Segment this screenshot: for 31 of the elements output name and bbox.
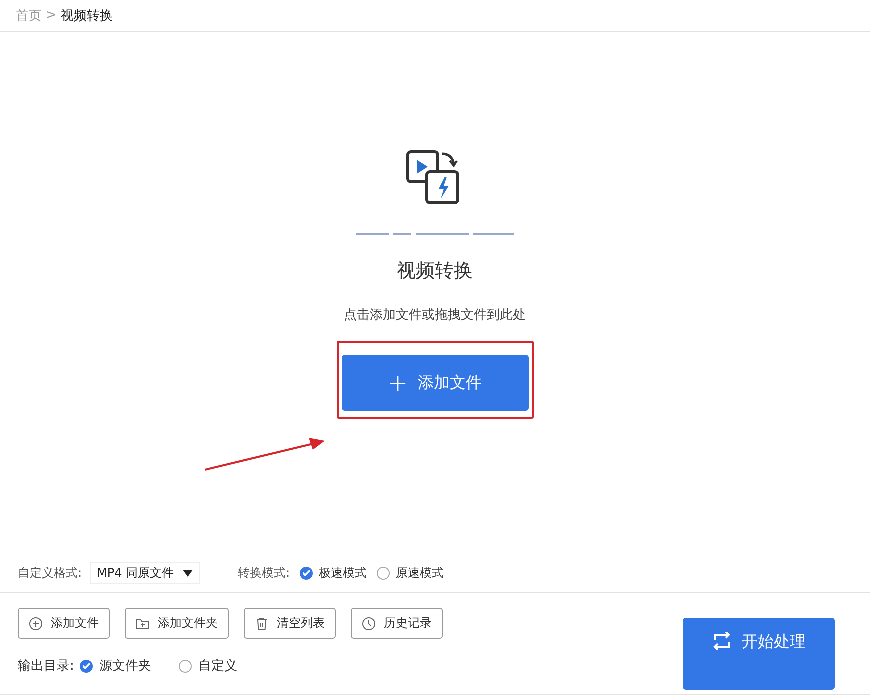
dropzone-title: 视频转换 (397, 259, 473, 284)
output-label: 输出目录: (18, 658, 74, 675)
toolbar-button[interactable]: 添加文件夹 (125, 608, 229, 639)
radio-button[interactable] (179, 660, 192, 672)
radio-label: 自定义 (198, 658, 238, 675)
trash-icon (255, 616, 269, 630)
start-button[interactable]: 开始处理 (683, 618, 835, 690)
radio-button[interactable] (80, 660, 94, 672)
radio-label: 原速模式 (396, 564, 444, 582)
breadcrumb-current: 视频转换 (60, 8, 113, 24)
caret-icon (183, 570, 194, 576)
check-icon (303, 570, 310, 576)
format-label: 自定义格式: (18, 564, 82, 582)
breadcrumb-separator: > (46, 8, 57, 23)
radio-label: 源文件夹 (99, 658, 152, 675)
dropzone-hint: 点击添加文件或拖拽文件到此处 (344, 307, 526, 324)
radio-button[interactable] (377, 566, 390, 580)
plus-circle-icon (29, 616, 43, 630)
radio-button[interactable] (300, 566, 314, 580)
add-file-button[interactable]: + 添加文件 (342, 355, 528, 411)
video-convert-illustration-drawing (406, 150, 460, 205)
mode-label: 转换模式: (238, 564, 290, 582)
radio-label: 极速模式 (319, 564, 368, 582)
format-select[interactable]: MP4 同原文件 (90, 562, 200, 584)
toolbar-button[interactable]: 历史记录 (351, 608, 443, 639)
folder-icon (136, 616, 150, 630)
repeat-icon (712, 632, 732, 650)
toolbar-button[interactable]: 清空列表 (244, 608, 336, 639)
check-icon (83, 663, 90, 669)
toolbar-button[interactable]: 添加文件 (18, 608, 110, 639)
clock-icon (362, 616, 376, 630)
